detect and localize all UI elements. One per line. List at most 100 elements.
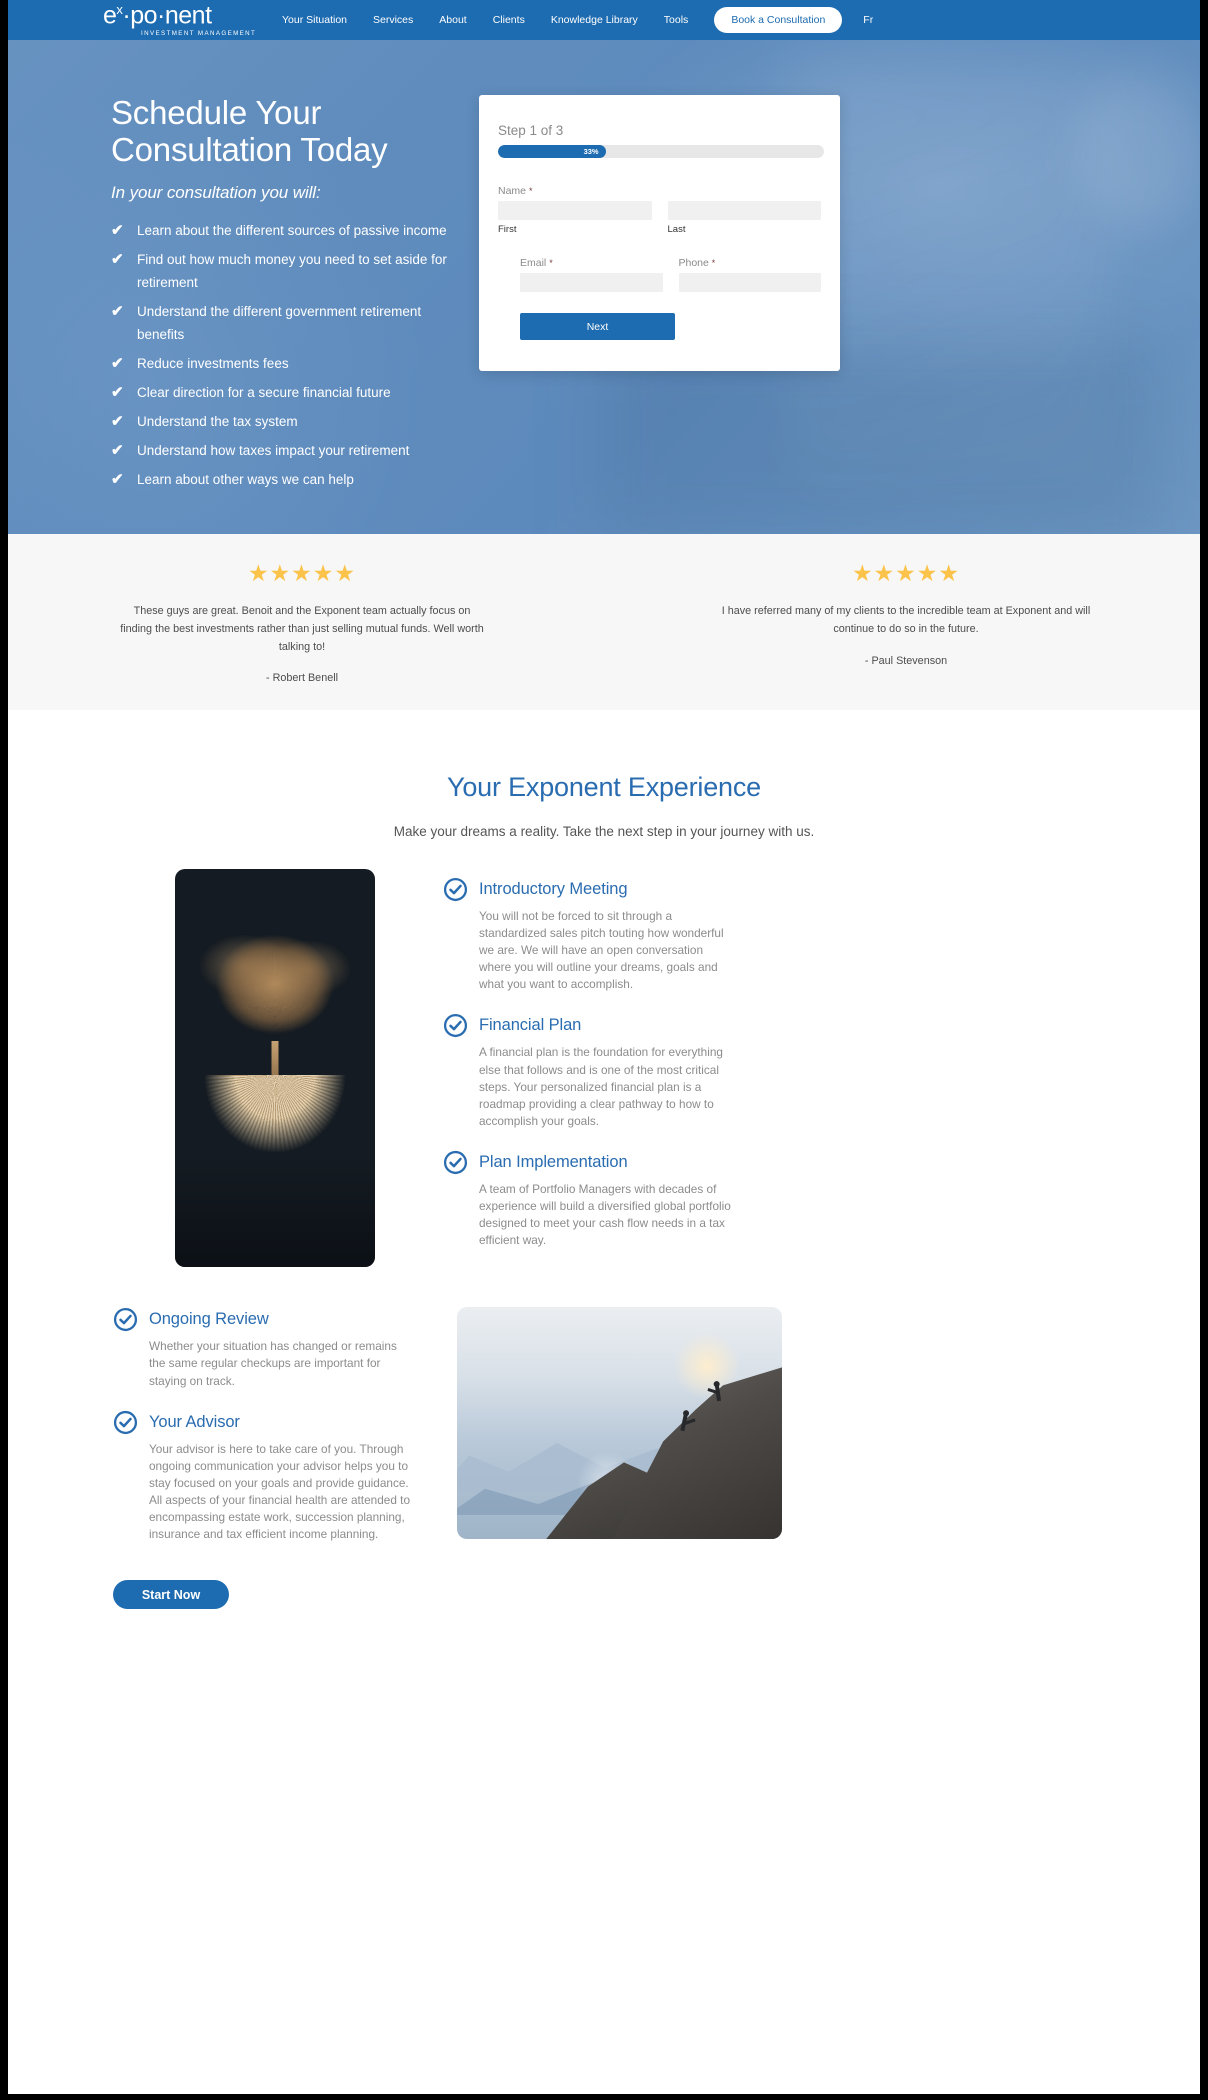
feature-title: Introductory Meeting: [479, 880, 628, 898]
hero-benefit-item: ✔ Learn about the different sources of p…: [111, 219, 511, 242]
hero-benefit-text: Learn about the different sources of pas…: [137, 222, 447, 238]
star-rating-icon: ★★★★★: [247, 560, 357, 586]
nav-item-about[interactable]: About: [439, 14, 466, 26]
check-circle-icon: [443, 1013, 468, 1038]
hero-benefit-item: ✔ Understand the tax system: [111, 410, 511, 433]
next-step-button[interactable]: Next: [520, 313, 675, 340]
feature-body: A financial plan is the foundation for e…: [479, 1045, 723, 1128]
testimonial-card: ★★★★★ These guys are great. Benoit and t…: [0, 534, 604, 710]
window-frame-bottom: [0, 2094, 1208, 2100]
email-input[interactable]: [520, 273, 663, 292]
book-consultation-button[interactable]: Book a Consultation: [714, 7, 843, 33]
testimonial-author: - Paul Stevenson: [864, 654, 948, 667]
logo-wordmark: ex·po·nent: [103, 3, 251, 28]
feature-body: A team of Portfolio Managers with decade…: [479, 1181, 731, 1248]
testimonials-section: ★★★★★ These guys are great. Benoit and t…: [0, 534, 1208, 710]
feature-body: Whether your situation has changed or re…: [149, 1339, 397, 1388]
feature-title: Financial Plan: [479, 1016, 582, 1035]
nav-item-your-situation[interactable]: Your Situation: [282, 14, 347, 26]
required-asterisk: *: [549, 258, 553, 268]
hero-benefit-text: Understand the different government reti…: [137, 303, 422, 342]
hero-benefit-item: ✔ Understand how taxes impact your retir…: [111, 439, 511, 462]
site-logo[interactable]: ex·po·nent INVESTMENT MANAGEMENT: [103, 3, 255, 37]
consultation-form-card: Step 1 of 3 33% Name * First Last Email …: [479, 95, 840, 371]
tree-of-knowledge-image: [175, 869, 375, 1267]
feature-plan-implementation: Plan Implementation A team of Portfolio …: [443, 1150, 733, 1249]
required-asterisk: *: [528, 186, 533, 196]
hero-title-line-2: Consultation Today: [111, 130, 388, 168]
testimonial-card: ★★★★★ I have referred many of my clients…: [604, 534, 1208, 710]
nav-item-knowledge-library[interactable]: Knowledge Library: [551, 14, 638, 26]
feature-your-advisor: Your Advisor Your advisor is here to tak…: [113, 1410, 413, 1544]
name-label-text: Name: [498, 185, 527, 197]
email-label-text: Email: [520, 257, 547, 269]
start-now-button[interactable]: Start Now: [113, 1580, 229, 1610]
check-icon: ✔: [111, 441, 124, 459]
testimonial-author: - Robert Benell: [265, 672, 338, 685]
star-rating-icon: ★★★★★: [851, 560, 961, 586]
window-frame-left: [0, 0, 8, 2100]
language-switch-fr[interactable]: Fr: [863, 14, 873, 26]
phone-input[interactable]: [678, 273, 821, 292]
hero-copy: Schedule Your Consultation Today In your…: [111, 94, 511, 497]
experience-row-bottom: Ongoing Review Whether your situation ha…: [0, 1307, 1208, 1610]
hero-benefit-list: ✔ Learn about the different sources of p…: [111, 219, 511, 491]
hero-title: Schedule Your Consultation Today: [111, 94, 511, 169]
hero-title-line-1: Schedule Your: [111, 94, 322, 131]
feature-title: Plan Implementation: [479, 1152, 628, 1171]
form-progress-fill: 33%: [498, 145, 606, 158]
name-field-label: Name *: [498, 185, 821, 197]
contact-field-group: Email * Phone *: [498, 257, 821, 292]
feature-financial-plan: Financial Plan A financial plan is the f…: [443, 1013, 733, 1129]
hero-benefit-text: Understand the tax system: [137, 413, 298, 429]
phone-label-text: Phone: [678, 257, 709, 269]
window-frame-right: [1200, 0, 1208, 2100]
form-progress-bar: 33%: [498, 145, 824, 158]
first-name-input[interactable]: [498, 201, 652, 220]
check-circle-icon: [443, 877, 468, 902]
check-icon: ✔: [111, 302, 124, 320]
check-icon: ✔: [111, 354, 124, 372]
nav-links: Your Situation Services About Clients Kn…: [282, 7, 873, 33]
hero-benefit-item: ✔ Reduce investments fees: [111, 352, 511, 375]
hero-benefit-item: ✔ Understand the different government re…: [111, 300, 511, 346]
mountain-climbers-image: [457, 1307, 782, 1540]
feature-body: Your advisor is here to take care of you…: [149, 1441, 411, 1542]
phone-field-label: Phone *: [679, 257, 822, 269]
experience-section: Your Exponent Experience Make your dream…: [0, 710, 1208, 1610]
check-icon: ✔: [111, 412, 124, 430]
form-step-label: Step 1 of 3: [498, 123, 564, 138]
name-field-group: Name * First Last: [498, 185, 821, 235]
logo-text-rest: ·po·nent: [122, 1, 212, 30]
experience-row-top: Introductory Meeting You will not be for…: [0, 869, 1208, 1269]
check-icon: ✔: [111, 470, 124, 488]
feature-body: You will not be forced to sit through a …: [479, 909, 724, 992]
experience-title: Your Exponent Experience: [447, 772, 761, 802]
form-progress-percent: 33%: [583, 147, 599, 156]
check-circle-icon: [113, 1307, 138, 1332]
testimonial-quote: I have referred many of my clients to th…: [721, 605, 1091, 635]
hero-benefit-item: ✔ Clear direction for a secure financial…: [111, 381, 511, 404]
feature-ongoing-review: Ongoing Review Whether your situation ha…: [113, 1307, 413, 1389]
logo-text-prefix: e: [103, 1, 117, 30]
hero-benefit-text: Find out how much money you need to set …: [137, 251, 447, 290]
last-name-input[interactable]: [667, 201, 821, 220]
check-icon: ✔: [111, 383, 124, 401]
hero-benefit-text: Reduce investments fees: [137, 355, 289, 371]
experience-subtitle: Make your dreams a reality. Take the nex…: [393, 824, 815, 839]
image-vignette: [175, 1157, 375, 1267]
experience-feature-list-left: Ongoing Review Whether your situation ha…: [113, 1307, 413, 1610]
check-circle-icon: [113, 1410, 138, 1435]
email-field-label: Email *: [520, 257, 663, 269]
feature-title: Ongoing Review: [149, 1310, 269, 1329]
landing-page: ex·po·nent INVESTMENT MANAGEMENT Your Si…: [0, 0, 1208, 2100]
hero-subtitle: In your consultation you will:: [111, 182, 321, 202]
check-icon: ✔: [111, 250, 124, 268]
nav-item-tools[interactable]: Tools: [664, 14, 689, 26]
nav-item-clients[interactable]: Clients: [493, 14, 525, 26]
check-icon: ✔: [111, 221, 124, 239]
hero-benefit-text: Learn about other ways we can help: [137, 471, 354, 487]
nav-item-services[interactable]: Services: [373, 14, 413, 26]
open-book-fan: [204, 1075, 346, 1155]
experience-feature-list-right: Introductory Meeting You will not be for…: [443, 869, 733, 1269]
